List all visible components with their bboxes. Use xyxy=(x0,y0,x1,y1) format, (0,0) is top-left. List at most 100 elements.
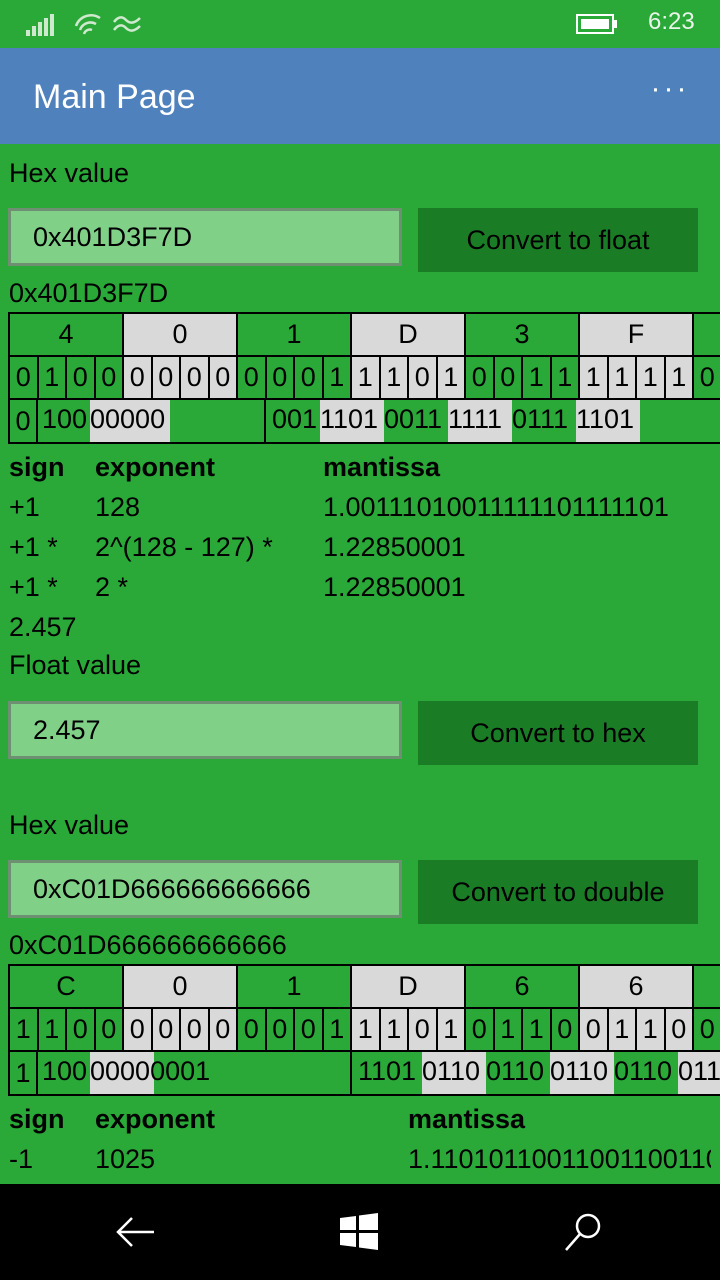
hex-value-label: Hex value xyxy=(9,810,130,840)
nibble-cell: F xyxy=(580,314,694,355)
mantissa-bits: 0110 xyxy=(422,1056,481,1086)
row-sign: -1 xyxy=(9,1144,34,1174)
nibble-cell xyxy=(694,314,720,355)
bit-grid: C01D66 1100000000011101011001100 1 100 000… xyxy=(8,964,720,1096)
bit-cell: 1 xyxy=(352,1009,381,1050)
table-header-mantissa: mantissa xyxy=(408,1104,526,1134)
field-row: 110000000001110101100110011001100110 xyxy=(10,1052,720,1094)
sign-bit-cell: 1 xyxy=(10,1052,38,1094)
mantissa-bits: 1101 xyxy=(358,1056,417,1086)
bit-cell: 1 xyxy=(437,357,466,398)
hex-echo: 0x401D3F7D xyxy=(9,278,169,308)
back-icon[interactable] xyxy=(108,1206,164,1258)
nibble-cell: 1 xyxy=(238,966,352,1007)
mantissa-bits: 0111 xyxy=(512,404,569,434)
bit-cell: 1 xyxy=(608,357,637,398)
row-sign: +1 * xyxy=(9,572,58,602)
bit-cell: 0 xyxy=(694,357,720,398)
bit-cell: 0 xyxy=(495,357,523,398)
float-value-label: Float value xyxy=(9,650,142,680)
bit-cell: 0 xyxy=(96,357,124,398)
more-button[interactable]: ··· xyxy=(648,74,692,114)
windows-icon[interactable] xyxy=(332,1206,388,1258)
nibble-cell: 1 xyxy=(238,314,352,355)
table-header-sign: sign xyxy=(9,452,65,482)
status-time: 6:23 xyxy=(648,8,695,35)
bit-cell: 0 xyxy=(10,357,39,398)
bit-cell: 0 xyxy=(466,357,495,398)
bit-cell: 1 xyxy=(608,1009,637,1050)
bit-cell: 1 xyxy=(380,357,409,398)
table-header-exponent: exponent xyxy=(95,1104,216,1134)
row-exponent: 128 xyxy=(95,492,141,522)
bit-cell: 1 xyxy=(10,1009,39,1050)
bit-cell: 0 xyxy=(67,1009,96,1050)
exponent-bits: 00000 xyxy=(90,404,166,434)
bit-cell: 0 xyxy=(209,357,238,398)
scroll-content[interactable]: Hex value 0x401D3F7D Convert to float 0x… xyxy=(0,144,720,1184)
row-exponent: 2^(128 - 127) * xyxy=(95,532,273,562)
double-hex-input[interactable]: 0xC01D666666666666 xyxy=(8,860,402,918)
hex-value-label: Hex value xyxy=(9,158,130,188)
bit-cell: 0 xyxy=(409,357,438,398)
mantissa-bits: 001 xyxy=(272,404,318,434)
float-result: 2.457 xyxy=(9,612,77,642)
bit-cell: 1 xyxy=(637,1009,666,1050)
exponent-bits: 100 xyxy=(42,404,88,434)
bit-cell: 0 xyxy=(295,357,324,398)
bit-cell: 1 xyxy=(552,357,580,398)
exponent-bits: 00000001 xyxy=(90,1056,211,1086)
bit-cell: 0 xyxy=(124,1009,153,1050)
bit-cell: 0 xyxy=(152,1009,181,1050)
mantissa-bits: 1111 xyxy=(448,404,503,434)
bit-cell: 0 xyxy=(466,1009,495,1050)
row-mantissa: 1.00111010011111101111101 xyxy=(323,492,669,522)
bit-cell: 0 xyxy=(124,357,153,398)
convert-to-float-button[interactable]: Convert to float xyxy=(418,208,698,272)
nibble-cell: 0 xyxy=(124,966,238,1007)
bit-cell: 0 xyxy=(694,1009,720,1050)
bit-cell: 0 xyxy=(96,1009,124,1050)
bit-cell: 0 xyxy=(67,357,96,398)
table-header-sign: sign xyxy=(9,1104,65,1134)
nibble-row: C01D66 xyxy=(10,966,720,1009)
field-row: 0 100 00000 001 1101 0011 1111 0111 1101 xyxy=(10,400,720,442)
bit-cell: 1 xyxy=(324,357,352,398)
signal-icon xyxy=(26,14,54,36)
row-mantissa: 1.11010110011001100110011001100110011001… xyxy=(408,1144,711,1174)
bit-cell: 0 xyxy=(295,1009,324,1050)
nibble-cell: 3 xyxy=(466,314,580,355)
row-sign: +1 * xyxy=(9,532,58,562)
mantissa-bits: 0011 xyxy=(384,404,443,434)
search-icon[interactable] xyxy=(556,1206,612,1258)
convert-to-hex-button[interactable]: Convert to hex xyxy=(418,701,698,765)
app-bar: Main Page ··· xyxy=(0,48,720,144)
status-bar: 6:23 xyxy=(0,0,720,48)
mantissa-bits: 0110 xyxy=(486,1056,545,1086)
bit-cell: 1 xyxy=(580,357,609,398)
bit-cell: 0 xyxy=(409,1009,438,1050)
nibble-cell: D xyxy=(352,314,466,355)
row-mantissa: 1.22850001 xyxy=(323,532,466,562)
bit-cell: 0 xyxy=(267,1009,295,1050)
nfc-icon xyxy=(113,16,141,32)
exponent-bits: 100 xyxy=(42,1056,88,1086)
nibble-cell: 6 xyxy=(466,966,580,1007)
mantissa-bits: 0110 xyxy=(550,1056,609,1086)
wifi-icon xyxy=(74,14,101,35)
float-input[interactable]: 2.457 xyxy=(8,701,402,759)
bit-cell: 0 xyxy=(209,1009,238,1050)
bit-cell: 0 xyxy=(665,1009,694,1050)
hex-input[interactable]: 0x401D3F7D xyxy=(8,208,402,266)
nibble-cell: 6 xyxy=(580,966,694,1007)
convert-to-double-button[interactable]: Convert to double xyxy=(418,860,698,924)
row-exponent: 2 * xyxy=(95,572,129,602)
row-exponent: 1025 xyxy=(95,1144,156,1174)
bit-cell: 1 xyxy=(39,1009,67,1050)
row-mantissa: 1.22850001 xyxy=(323,572,466,602)
nibble-cell: D xyxy=(352,966,466,1007)
bit-cell: 1 xyxy=(352,357,381,398)
mantissa-field: 001 1101 0011 1111 0111 1101 xyxy=(266,400,720,442)
bit-grid: 401D3F 0100000000011101001111110 0 100 000… xyxy=(8,312,720,444)
bit-cell: 1 xyxy=(324,1009,352,1050)
